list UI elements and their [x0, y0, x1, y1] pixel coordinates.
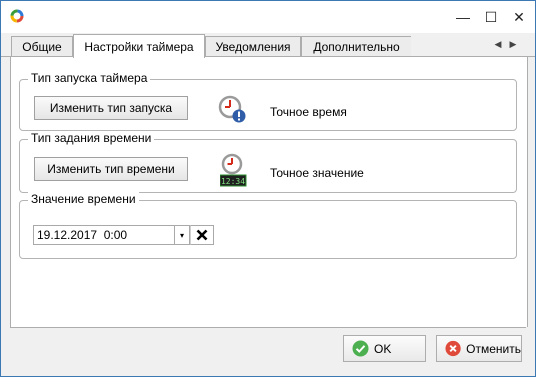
digital-readout: 12:34: [221, 177, 245, 186]
change-start-type-button[interactable]: Изменить тип запуска: [34, 96, 188, 120]
time-value-group-title: Значение времени: [28, 192, 139, 206]
clock-digital-icon: 12:34: [220, 153, 247, 187]
tab-scroll-right-button[interactable]: ▶: [508, 37, 518, 51]
ok-button[interactable]: OK: [343, 335, 426, 362]
cancel-label: Отменить: [466, 341, 521, 356]
clock-warning-icon: [218, 95, 246, 123]
check-icon: [352, 340, 369, 357]
minimize-button[interactable]: —: [449, 7, 477, 27]
time-type-value: Точное значение: [270, 166, 364, 180]
time-type-group-title: Тип задания времени: [28, 131, 155, 145]
datetime-value: 19.12.2017 0:00: [37, 228, 128, 242]
change-time-type-button[interactable]: Изменить тип времени: [34, 157, 188, 181]
start-type-group: Тип запуска таймера Изменить тип запуска…: [19, 71, 517, 131]
title-bar: — ☐ ✕: [1, 1, 535, 33]
time-type-group: Тип задания времени Изменить тип времени…: [19, 131, 517, 193]
cancel-button[interactable]: Отменить: [436, 335, 522, 362]
ok-label: OK: [374, 341, 392, 356]
tab-scroll-left-button[interactable]: ◀: [493, 37, 503, 51]
close-button[interactable]: ✕: [505, 7, 533, 27]
tab-notifications[interactable]: Уведомления: [205, 36, 301, 57]
dialog-window: — ☐ ✕ Общие Настройки таймера Уведомлени…: [0, 0, 536, 377]
x-icon: [196, 229, 208, 241]
timer-settings-panel: Тип запуска таймера Изменить тип запуска…: [10, 57, 528, 327]
start-type-value: Точное время: [270, 105, 347, 119]
app-logo-icon: [10, 9, 24, 23]
tab-general[interactable]: Общие: [11, 36, 73, 57]
tab-bar: Общие Настройки таймера Уведомления Допо…: [1, 33, 535, 58]
maximize-button[interactable]: ☐: [477, 7, 505, 27]
datetime-field[interactable]: 19.12.2017 0:00: [33, 225, 175, 245]
start-type-group-title: Тип запуска таймера: [28, 71, 151, 85]
footer-divider: [10, 327, 526, 328]
clear-datetime-button[interactable]: [190, 225, 214, 245]
cancel-icon: [445, 340, 461, 357]
tab-timer-settings[interactable]: Настройки таймера: [73, 34, 205, 58]
tab-additional[interactable]: Дополнительно: [301, 36, 411, 57]
datetime-dropdown-button[interactable]: ▾: [175, 225, 190, 245]
